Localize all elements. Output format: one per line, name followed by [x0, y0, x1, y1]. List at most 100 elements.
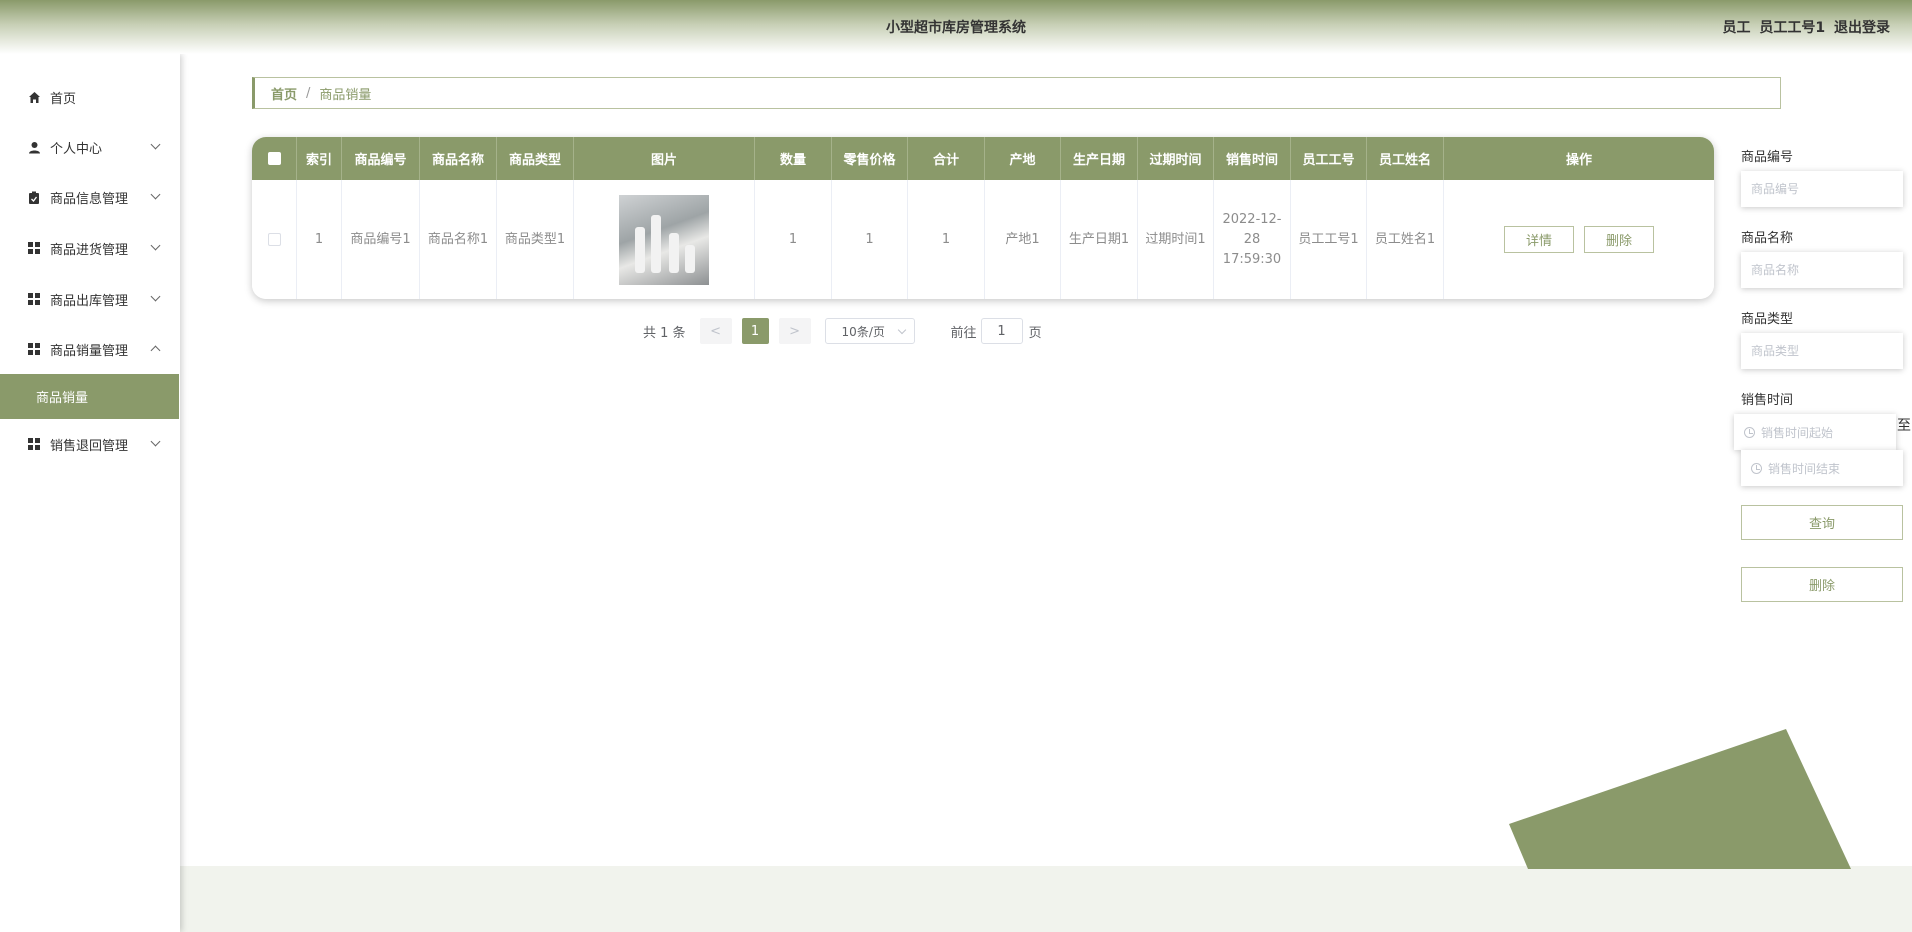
sidebar-item-label: 商品销量管理	[50, 343, 129, 359]
column-header: 生产日期	[1061, 137, 1138, 180]
cell-code: 商品编号1	[342, 180, 420, 299]
grid-icon	[27, 241, 41, 255]
top-header: 小型超市库房管理系统 员工 员工工号1 退出登录	[0, 0, 1912, 54]
chevron-down-icon	[897, 325, 906, 335]
code-input[interactable]	[1741, 171, 1903, 207]
grid-icon	[27, 292, 41, 306]
cell-origin: 产地1	[985, 180, 1061, 299]
column-header: 过期时间	[1138, 137, 1214, 180]
page-size-value: 10条/页	[841, 324, 885, 339]
sale-time-end-picker[interactable]: 销售时间结束	[1741, 450, 1903, 486]
clipboard-icon	[27, 190, 41, 204]
column-header: 图片	[574, 137, 755, 180]
pagination-total: 共 1 条	[643, 325, 686, 341]
pagination: 共 1 条 < 1 > 10条/页 前往 页	[643, 318, 1042, 344]
sidebar-subitem-goods-sales[interactable]: 商品销量	[0, 374, 179, 419]
type-input[interactable]	[1741, 333, 1903, 369]
sidebar-item-personal[interactable]: 个人中心	[0, 122, 179, 172]
row-select-cell	[252, 180, 297, 299]
cell-produce-date: 生产日期1	[1061, 180, 1138, 299]
user-icon	[27, 140, 41, 154]
cell-sale-time: 2022-12-28 17:59:30	[1214, 180, 1291, 299]
breadcrumb-home[interactable]: 首页	[271, 84, 297, 103]
column-header: 员工工号	[1291, 137, 1367, 180]
range-separator: 至	[1897, 418, 1911, 434]
chevron-down-icon	[150, 291, 161, 302]
user-name: 员工工号1	[1759, 20, 1826, 36]
grid-icon	[27, 342, 41, 356]
select-all-cell	[252, 137, 297, 180]
user-info: 员工 员工工号1 退出登录	[1719, 17, 1891, 37]
sale-time-start-placeholder: 销售时间起始	[1761, 425, 1834, 440]
sidebar-item-label: 商品信息管理	[50, 191, 129, 207]
code-label: 商品编号	[1741, 150, 1794, 165]
cell-price: 1	[832, 180, 908, 299]
sidebar-item-label: 商品出库管理	[50, 293, 129, 309]
breadcrumb-separator: /	[306, 85, 311, 101]
cell-total: 1	[908, 180, 985, 299]
select-all-checkbox[interactable]	[267, 152, 281, 165]
product-image[interactable]	[619, 194, 709, 285]
column-header: 零售价格	[832, 137, 908, 180]
query-button[interactable]: 查询	[1741, 505, 1903, 540]
sales-table: 索引 商品编号 商品名称 商品类型 图片 数量 零售价格 合计 产地 生产日期 …	[252, 137, 1714, 299]
next-page-button[interactable]: >	[778, 318, 811, 344]
cell-image	[574, 180, 755, 299]
column-header: 数量	[755, 137, 832, 180]
sidebar-item-sales-return[interactable]: 销售退回管理	[0, 419, 179, 469]
type-label: 商品类型	[1741, 312, 1794, 327]
cell-employee-no: 员工工号1	[1291, 180, 1367, 299]
cell-expire-time: 过期时间1	[1138, 180, 1214, 299]
chevron-up-icon	[150, 345, 161, 356]
prev-page-button[interactable]: <	[699, 318, 732, 344]
sale-time-start-picker[interactable]: 销售时间起始	[1734, 414, 1896, 450]
sidebar-item-goods-sales[interactable]: 商品销量管理	[0, 324, 179, 374]
chevron-down-icon	[150, 240, 161, 251]
detail-button[interactable]: 详情	[1504, 226, 1574, 253]
sidebar-item-goods-purchase[interactable]: 商品进货管理	[0, 223, 179, 273]
cell-index: 1	[297, 180, 342, 299]
name-input[interactable]	[1741, 252, 1903, 288]
logout-link[interactable]: 退出登录	[1834, 20, 1890, 36]
column-header: 合计	[908, 137, 985, 180]
column-header: 销售时间	[1214, 137, 1291, 180]
table-header: 索引 商品编号 商品名称 商品类型 图片 数量 零售价格 合计 产地 生产日期 …	[252, 137, 1714, 180]
column-header: 商品名称	[420, 137, 497, 180]
goto-label: 前往	[950, 325, 977, 341]
sidebar: 首页 个人中心 商品信息管理 商品进货管理 商品出库管理 商品销量管理 商品销量…	[0, 54, 180, 932]
sidebar-item-goods-info[interactable]: 商品信息管理	[0, 172, 179, 222]
cell-employee-name: 员工姓名1	[1367, 180, 1444, 299]
goto-page-input[interactable]	[980, 318, 1023, 344]
cell-actions: 详情 删除	[1444, 180, 1714, 299]
breadcrumb: 首页 / 商品销量	[252, 77, 1781, 109]
clock-icon	[1751, 462, 1762, 474]
sale-time-end-placeholder: 销售时间结束	[1768, 461, 1841, 476]
page-unit-label: 页	[1028, 325, 1042, 341]
page-number-current[interactable]: 1	[741, 318, 769, 344]
clock-icon	[1744, 426, 1755, 438]
page-size-select[interactable]: 10条/页	[824, 318, 915, 344]
chevron-down-icon	[150, 436, 161, 447]
user-role: 员工	[1722, 20, 1751, 36]
name-label: 商品名称	[1741, 231, 1794, 246]
sidebar-item-home[interactable]: 首页	[0, 72, 179, 122]
sidebar-item-goods-outbound[interactable]: 商品出库管理	[0, 274, 179, 324]
row-checkbox[interactable]	[267, 233, 281, 246]
column-header: 商品编号	[342, 137, 420, 180]
cell-name: 商品名称1	[420, 180, 497, 299]
app-title: 小型超市库房管理系统	[886, 20, 1026, 36]
row-delete-button[interactable]: 删除	[1584, 226, 1654, 253]
bottom-band	[180, 866, 1912, 932]
sidebar-item-label: 首页	[50, 91, 77, 107]
batch-delete-button[interactable]: 删除	[1741, 567, 1903, 602]
column-header: 商品类型	[497, 137, 574, 180]
cell-type: 商品类型1	[497, 180, 574, 299]
sidebar-item-label: 销售退回管理	[50, 438, 129, 454]
grid-icon	[27, 437, 41, 451]
column-header: 员工姓名	[1367, 137, 1444, 180]
sidebar-item-label: 商品进货管理	[50, 242, 129, 258]
table-row: 1 商品编号1 商品名称1 商品类型1 1 1 1 产地1 生产日期1 过期时间…	[252, 180, 1714, 299]
column-header: 操作	[1565, 153, 1592, 168]
cell-quantity: 1	[755, 180, 832, 299]
chevron-down-icon	[150, 139, 161, 150]
